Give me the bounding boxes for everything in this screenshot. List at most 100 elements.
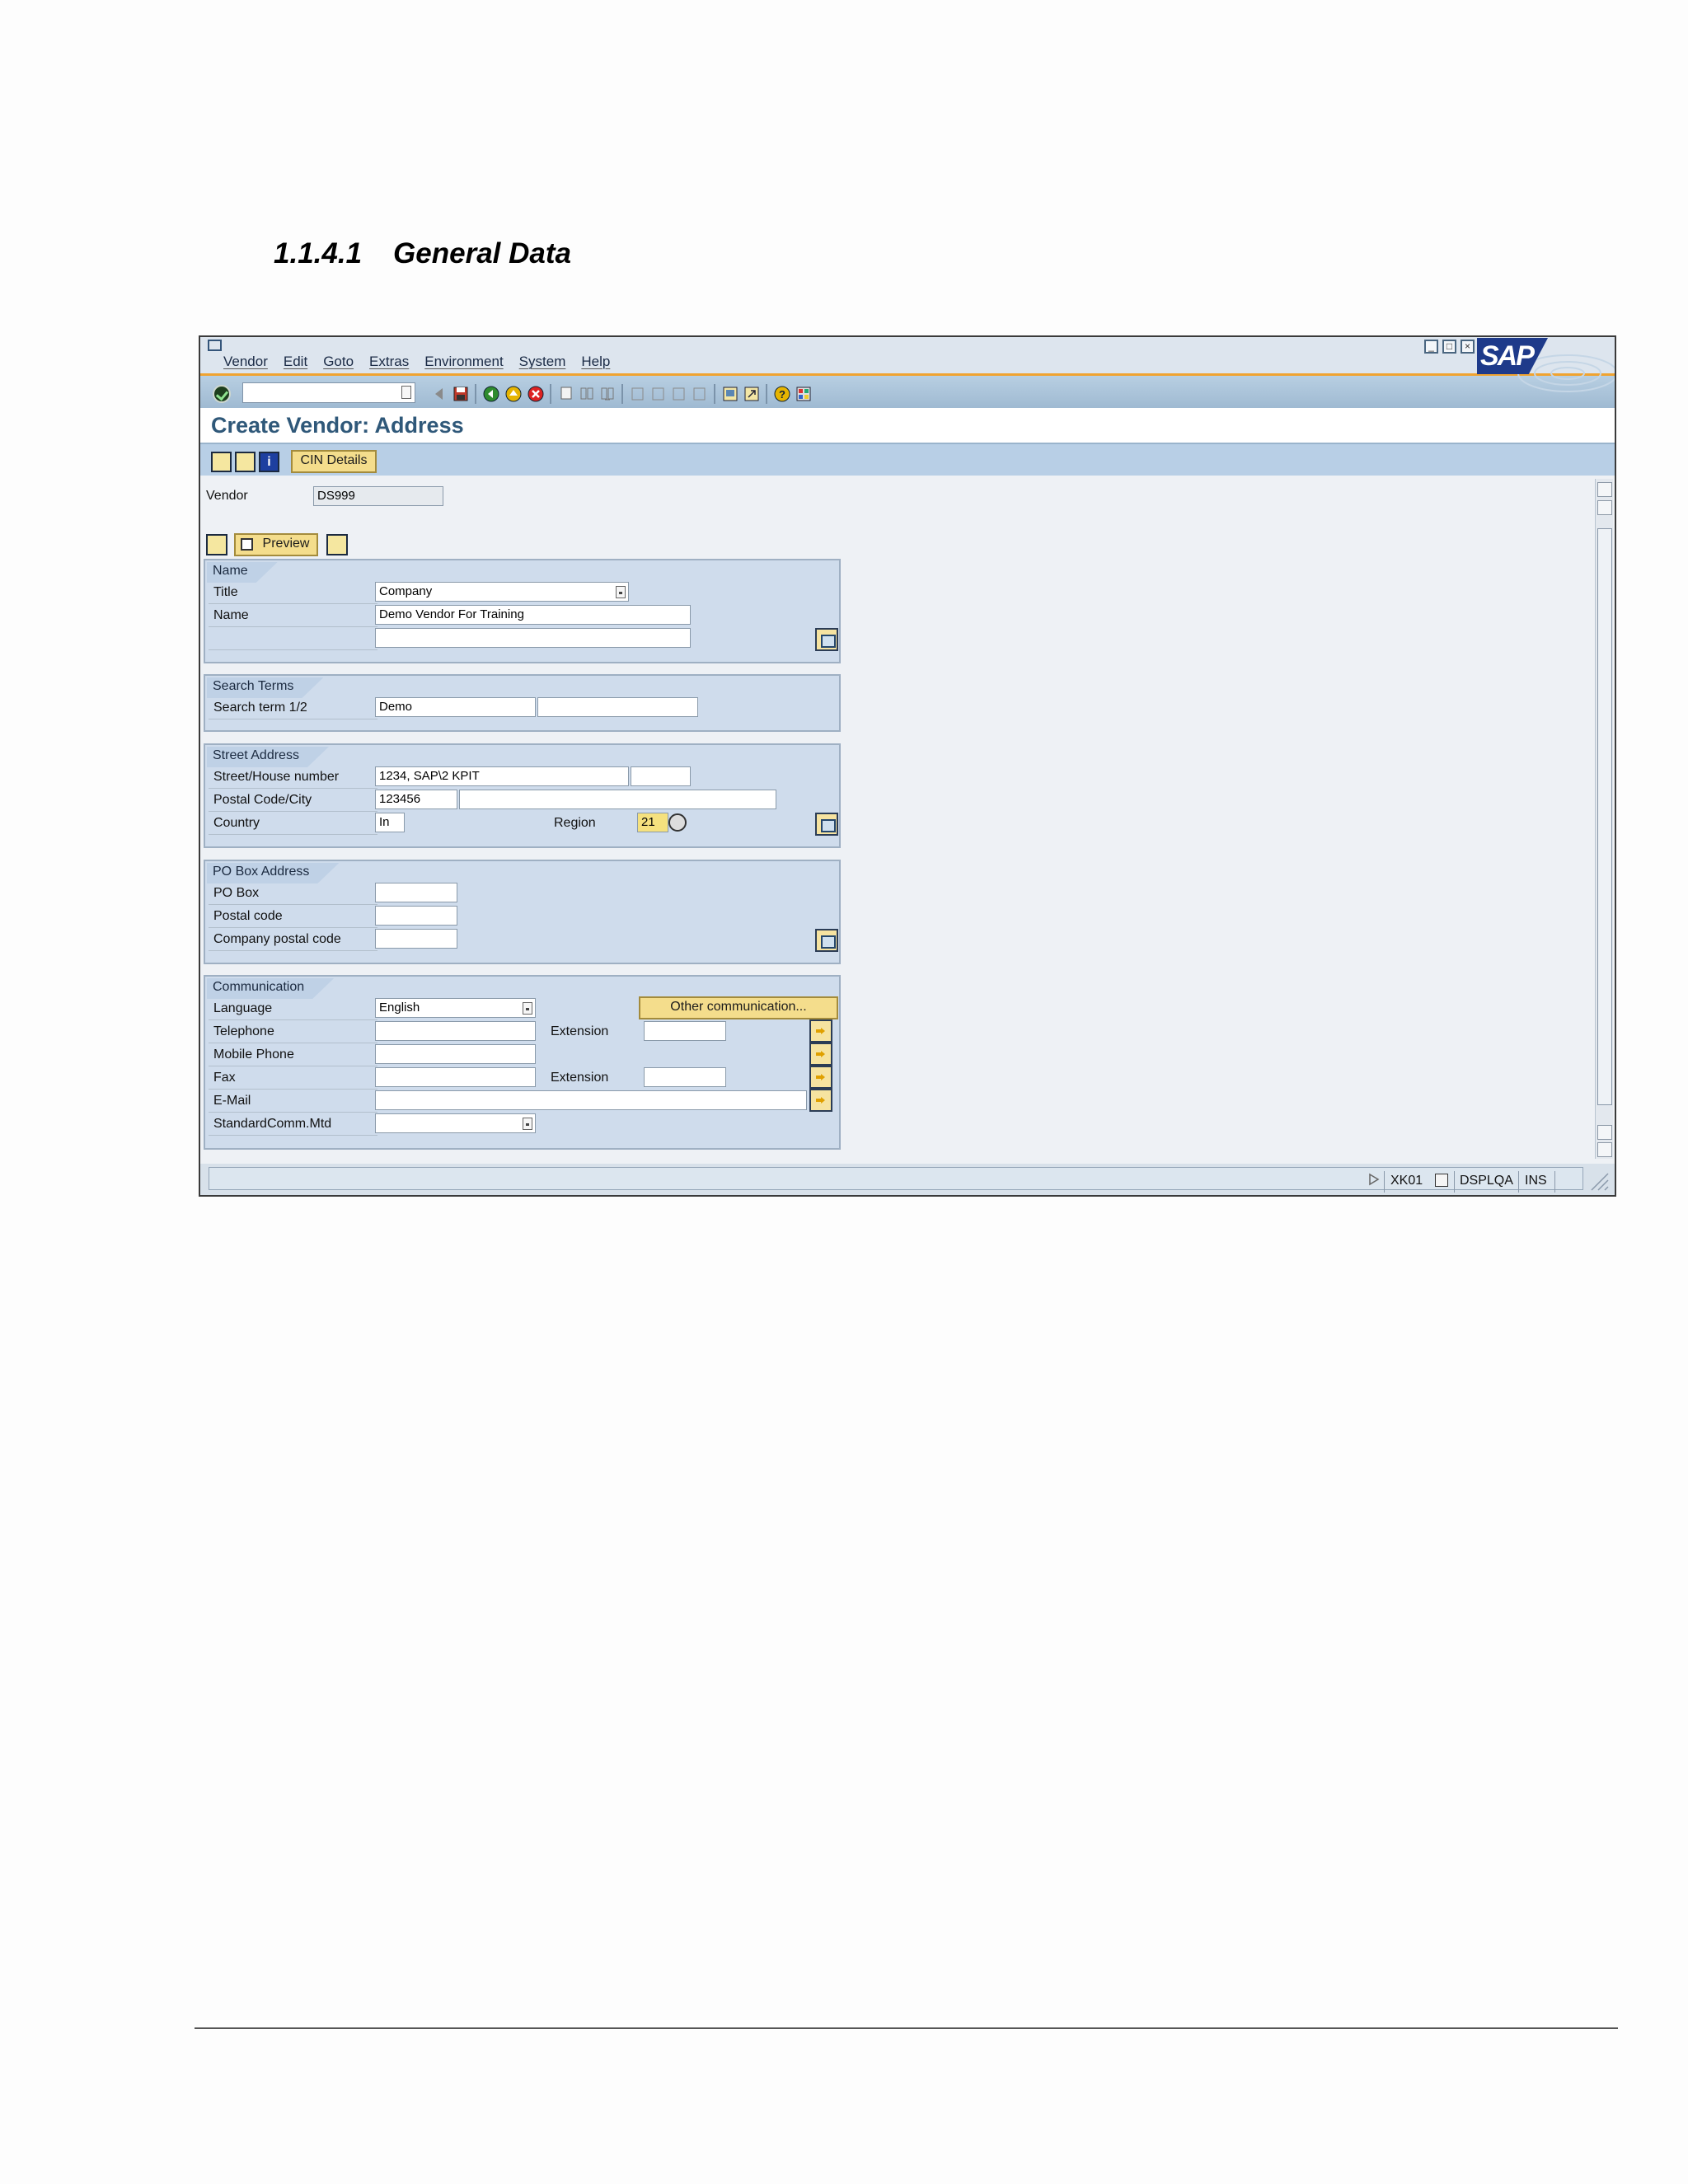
po-postal-code-label: Postal code [213,909,283,923]
enter-icon[interactable] [213,385,231,403]
telephone-more-icon[interactable] [809,1019,832,1043]
sap-window: Vendor Edit Goto Extras Environment Syst… [199,335,1616,1197]
telephone-field[interactable] [375,1021,536,1041]
cancel-icon[interactable] [527,385,545,403]
mobile-more-icon[interactable] [809,1043,832,1066]
menu-vendor[interactable]: Vendor [223,354,268,370]
vertical-scrollbar[interactable] [1595,479,1613,1159]
previous-page-icon[interactable] [649,385,668,403]
fax-extension-field[interactable] [644,1067,726,1087]
menu-system[interactable]: System [519,354,566,370]
region-search-help-icon[interactable] [668,813,687,832]
mobile-phone-field[interactable] [375,1044,536,1064]
cin-details-button[interactable]: CIN Details [291,450,377,473]
expand-collapse-icon[interactable] [206,534,227,555]
find-icon[interactable] [578,385,596,403]
name-group: Name Title Company Name Demo Vendor For … [204,559,841,663]
status-expand-icon[interactable] [1368,1173,1380,1186]
layout-menu-icon[interactable] [795,385,813,403]
telephone-extension-label: Extension [551,1024,609,1038]
menu-extras[interactable]: Extras [369,354,409,370]
house-number-field[interactable] [631,766,691,786]
scroll-thumb[interactable] [1597,528,1612,1105]
country-field[interactable]: In [375,813,405,832]
menu-bar: Vendor Edit Goto Extras Environment Syst… [200,337,1615,373]
search-term-1-field[interactable]: Demo [375,697,536,717]
footer-divider [195,2027,1618,2029]
command-field[interactable] [242,382,415,403]
menu-items: Vendor Edit Goto Extras Environment Syst… [223,354,626,370]
email-field[interactable] [375,1090,807,1110]
first-page-icon[interactable] [629,385,647,403]
title-dropdown-icon[interactable] [616,586,626,598]
fax-extension-label: Extension [551,1071,609,1085]
sap-logo: SAP [1477,337,1615,408]
section-number: 1.1.4.1 [274,237,363,269]
sap-logo-text: SAP [1480,340,1535,372]
display-change-icon[interactable] [211,452,232,472]
system-menu-icon[interactable] [208,340,222,351]
find-next-icon[interactable] [598,385,617,403]
fax-more-icon[interactable] [809,1066,832,1089]
language-select[interactable]: English [375,998,536,1018]
street-field[interactable]: 1234, SAP\2 KPIT [375,766,629,786]
name2-field[interactable] [375,628,691,648]
search-term-2-field[interactable] [537,697,698,717]
language-select-value: English [379,1001,420,1015]
status-bar: XK01 DSPLQA INS [200,1164,1615,1195]
fax-field[interactable] [375,1067,536,1087]
name-group-title: Name [207,562,278,583]
scroll-up-icon[interactable] [1597,500,1612,515]
help-icon[interactable]: ? [773,385,791,403]
more-po-fields-icon[interactable] [815,929,838,952]
back-icon[interactable] [482,385,500,403]
other-communication-button[interactable]: Other communication... [639,996,838,1019]
print-icon[interactable] [557,385,575,403]
language-dropdown-icon[interactable] [523,1002,532,1015]
po-postal-code-field[interactable] [375,906,457,926]
scroll-down-icon[interactable] [1597,1125,1612,1140]
scroll-top-icon[interactable] [1597,482,1612,497]
po-box-field[interactable] [375,883,457,902]
save-icon[interactable] [452,385,470,403]
name2-row [209,629,377,650]
system-info-icon[interactable] [1435,1174,1448,1187]
menu-edit[interactable]: Edit [284,354,307,370]
communication-group: Communication Language English Other com… [204,975,841,1150]
menu-environment[interactable]: Environment [424,354,503,370]
street-address-title: Street Address [207,747,329,767]
info-icon[interactable]: i [259,452,279,472]
close-window-icon[interactable]: × [1461,340,1475,354]
lock-icon[interactable] [326,534,348,555]
name-field[interactable]: Demo Vendor For Training [375,605,691,625]
city-field[interactable] [459,790,776,809]
email-more-icon[interactable] [809,1089,832,1112]
title-select[interactable]: Company [375,582,629,602]
menu-goto[interactable]: Goto [323,354,354,370]
maximize-icon[interactable]: □ [1442,340,1456,354]
last-page-icon[interactable] [691,385,709,403]
minimize-icon[interactable]: _ [1424,340,1438,354]
company-postal-code-field[interactable] [375,929,457,949]
scroll-bottom-icon[interactable] [1597,1142,1612,1157]
resize-grip-icon[interactable] [1588,1170,1610,1192]
next-page-icon[interactable] [670,385,688,403]
command-history-dropdown-icon[interactable] [401,386,411,399]
shortcut-icon[interactable] [743,385,761,403]
exit-icon[interactable] [504,385,523,403]
create-session-icon[interactable] [721,385,739,403]
more-fields-icon[interactable] [815,628,838,651]
telephone-extension-field[interactable] [644,1021,726,1041]
insert-mode: INS [1525,1174,1547,1188]
other-vendor-icon[interactable] [235,452,256,472]
std-comm-dropdown-icon[interactable] [523,1118,532,1130]
menu-help[interactable]: Help [581,354,610,370]
back-arrow-icon[interactable] [430,385,448,403]
postal-code-field[interactable]: 123456 [375,790,457,809]
more-address-fields-icon[interactable] [815,813,838,836]
std-comm-select[interactable] [375,1113,536,1133]
region-field[interactable]: 21 [637,813,668,832]
communication-title: Communication [207,978,334,999]
preview-button[interactable]: Preview [234,533,318,556]
main-content: Vendor DS999 Preview Name Title Company … [200,476,1615,1164]
